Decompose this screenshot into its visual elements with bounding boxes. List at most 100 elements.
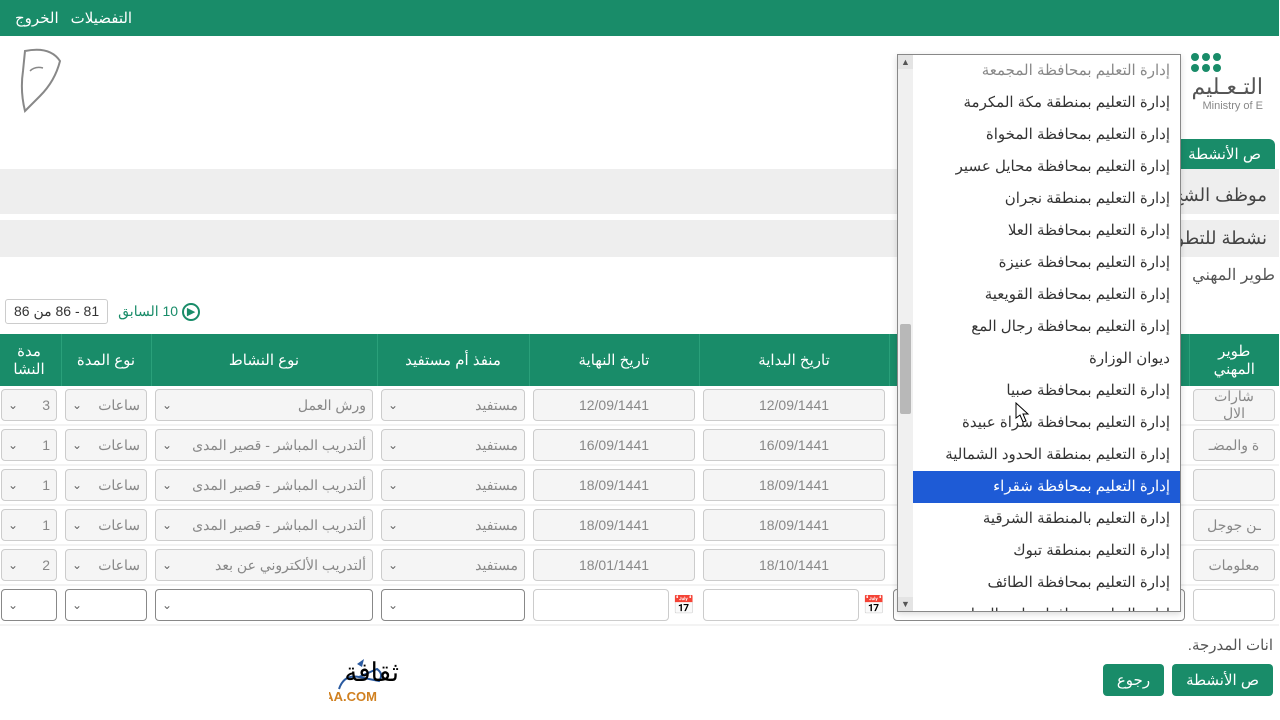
chevron-down-icon: ⌄ <box>73 598 83 612</box>
dropdown-item[interactable]: إدارة التعليم بمحافظة العلا <box>899 215 1181 247</box>
end-date[interactable]: 16/09/1441 <box>534 429 696 461</box>
dev-input[interactable] <box>1194 589 1276 621</box>
unit-select[interactable]: ساعات⌄ <box>66 389 148 421</box>
chevron-down-icon: ⌄ <box>9 598 19 612</box>
unit-select[interactable]: ⌄ <box>66 589 148 621</box>
dropdown-item[interactable]: إدارة التعليم بمحافظة سراة عبيدة <box>899 407 1181 439</box>
role-select[interactable]: مستفيد⌄ <box>382 549 526 581</box>
scroll-up-icon[interactable]: ▲ <box>899 55 914 69</box>
chevron-down-icon: ⌄ <box>73 398 83 412</box>
col-end: تاريخ النهاية <box>530 334 700 386</box>
dropdown-item[interactable]: إدارة التعليم بمحافظة الطائف <box>899 567 1181 599</box>
dropdown-item[interactable]: إدارة التعليم بمحافظة المخواة <box>899 119 1181 151</box>
type-select[interactable]: ألتدريب الألكتروني عن بعد⌄ <box>156 549 374 581</box>
calendar-icon[interactable]: 📅 <box>674 595 696 616</box>
top-nav: التفضيلات الخروج <box>0 0 1280 36</box>
end-date[interactable]: 18/09/1441 <box>534 509 696 541</box>
thakafa-watermark: ثقافة THAKAFAA.COM <box>330 649 510 712</box>
unit-select[interactable]: ساعات⌄ <box>66 549 148 581</box>
chevron-down-icon: ⌄ <box>163 598 173 612</box>
role-select[interactable]: مستفيد⌄ <box>382 429 526 461</box>
col-unit: نوع المدة <box>62 334 152 386</box>
unit-select[interactable]: ساعات⌄ <box>66 429 148 461</box>
dropdown-item[interactable]: إدارة التعليم بمحافظة محايل عسير <box>899 151 1181 183</box>
chevron-down-icon: ⌄ <box>389 398 399 412</box>
pager-prev[interactable]: ▶10 السابق <box>119 303 201 321</box>
role-select[interactable]: مستفيد⌄ <box>382 469 526 501</box>
dropdown-item[interactable]: إدارة التعليم بمحافظة المجمعة <box>899 55 1181 87</box>
start-date[interactable]: 12/09/1441 <box>704 389 886 421</box>
tab-activities[interactable]: ص الأنشطة <box>1175 139 1276 169</box>
dropdown-item[interactable]: إدارة التعليم بمنطقة الحدود الشمالية <box>899 439 1181 471</box>
dev-cell[interactable]: ة والمضـ <box>1194 429 1276 461</box>
brand-title: التـعـليم <box>1192 74 1264 100</box>
role-select[interactable]: ⌄ <box>382 589 526 621</box>
dropdown-item[interactable]: إدارة التعليم بمحافظة صبيا <box>899 375 1181 407</box>
dev-cell[interactable]: ـن جوجل <box>1194 509 1276 541</box>
duration-select[interactable]: 2⌄ <box>2 549 58 581</box>
unit-select[interactable]: ساعات⌄ <box>66 469 148 501</box>
start-date-input[interactable] <box>704 589 860 621</box>
dropdown-item[interactable]: ديوان الوزارة <box>899 343 1181 375</box>
chevron-down-icon: ⌄ <box>163 398 173 412</box>
role-select[interactable]: مستفيد⌄ <box>382 509 526 541</box>
chevron-down-icon: ⌄ <box>389 558 399 572</box>
dropdown-item[interactable]: إدارة التعليم بمنطقة تبوك <box>899 535 1181 567</box>
svg-text:THAKAFAA.COM: THAKAFAA.COM <box>330 689 378 704</box>
start-date[interactable]: 16/09/1441 <box>704 429 886 461</box>
type-select[interactable]: ⌄ <box>156 589 374 621</box>
chevron-down-icon: ⌄ <box>389 478 399 492</box>
dropdown-item[interactable]: إدارة التعليم بمنطقة مكة المكرمة <box>899 87 1181 119</box>
save-button[interactable]: ص الأنشطة <box>1173 664 1274 696</box>
duration-select[interactable]: ⌄ <box>2 589 58 621</box>
duration-select[interactable]: 3⌄ <box>2 389 58 421</box>
dropdown-item[interactable]: إدارة التعليم بمحافظة عنيزة <box>899 247 1181 279</box>
dropdown-scrollbar[interactable]: ▲ ▼ <box>899 55 914 611</box>
dev-cell[interactable]: شارات الال <box>1194 389 1276 421</box>
action-buttons: ص الأنشطة رجوع <box>0 660 1280 700</box>
back-button[interactable]: رجوع <box>1104 664 1165 696</box>
col-start: تاريخ البداية <box>700 334 890 386</box>
chevron-down-icon: ⌄ <box>163 518 173 532</box>
type-select[interactable]: ألتدريب المباشر - قصير المدى⌄ <box>156 509 374 541</box>
unit-select[interactable]: ساعات⌄ <box>66 509 148 541</box>
start-date[interactable]: 18/10/1441 <box>704 549 886 581</box>
org-dropdown[interactable]: إدارة التعليم بمحافظة المجمعةإدارة التعل… <box>898 54 1182 612</box>
type-select[interactable]: ألتدريب المباشر - قصير المدى⌄ <box>156 469 374 501</box>
ministry-logo: التـعـليم Ministry of E <box>1192 53 1264 112</box>
scroll-down-icon[interactable]: ▼ <box>899 597 914 611</box>
dev-cell[interactable]: معلومات <box>1194 549 1276 581</box>
svg-text:ثقافة: ثقافة <box>345 657 400 687</box>
dropdown-item[interactable]: إدارة التعليم بمحافظة شقراء <box>899 471 1181 503</box>
start-date[interactable]: 18/09/1441 <box>704 469 886 501</box>
start-date[interactable]: 18/09/1441 <box>704 509 886 541</box>
dropdown-item[interactable]: إدارة التعليم بمحافظة وادي الدواسر <box>899 599 1181 611</box>
type-select[interactable]: ألتدريب المباشر - قصير المدى⌄ <box>156 429 374 461</box>
end-date-input[interactable] <box>534 589 670 621</box>
chevron-down-icon: ⌄ <box>9 438 19 452</box>
chevron-down-icon: ⌄ <box>389 438 399 452</box>
type-select[interactable]: ورش العمل⌄ <box>156 389 374 421</box>
footer-note: انات المدرجة. <box>0 626 1280 660</box>
dropdown-item[interactable]: إدارة التعليم بمحافظة رجال المع <box>899 311 1181 343</box>
chevron-down-icon: ⌄ <box>73 518 83 532</box>
dropdown-item[interactable]: إدارة التعليم بالمنطقة الشرقية <box>899 503 1181 535</box>
logout-link[interactable]: الخروج <box>16 9 60 27</box>
pager-range: 81 - 86 من 86 <box>6 299 109 324</box>
dev-cell[interactable] <box>1194 469 1276 501</box>
dropdown-item[interactable]: إدارة التعليم بمنطقة نجران <box>899 183 1181 215</box>
chevron-right-icon: ▶ <box>183 303 201 321</box>
duration-select[interactable]: 1⌄ <box>2 469 58 501</box>
end-date[interactable]: 18/01/1441 <box>534 549 696 581</box>
end-date[interactable]: 12/09/1441 <box>534 389 696 421</box>
duration-select[interactable]: 1⌄ <box>2 509 58 541</box>
duration-select[interactable]: 1⌄ <box>2 429 58 461</box>
chevron-down-icon: ⌄ <box>163 438 173 452</box>
dropdown-item[interactable]: إدارة التعليم بمحافظة القويعية <box>899 279 1181 311</box>
role-select[interactable]: مستفيد⌄ <box>382 389 526 421</box>
prefs-link[interactable]: التفضيلات <box>72 9 133 27</box>
end-date[interactable]: 18/09/1441 <box>534 469 696 501</box>
scroll-thumb[interactable] <box>901 324 912 414</box>
chevron-down-icon: ⌄ <box>73 478 83 492</box>
calendar-icon[interactable]: 📅 <box>864 595 886 616</box>
